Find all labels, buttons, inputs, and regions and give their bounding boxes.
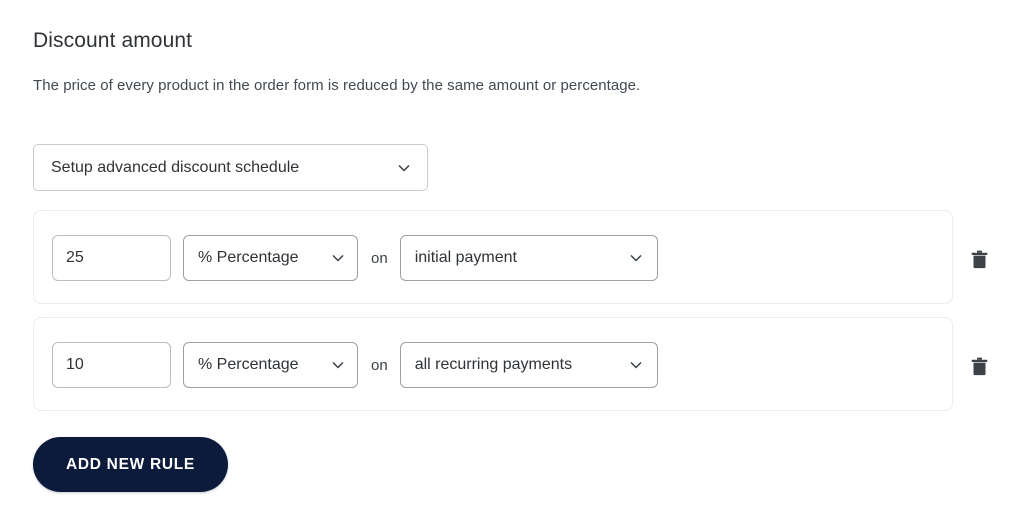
trash-icon — [971, 357, 988, 376]
discount-schedule-select[interactable]: Setup advanced discount schedule — [33, 144, 428, 191]
page-title: Discount amount — [33, 29, 193, 52]
add-new-rule-button[interactable]: ADD NEW RULE — [33, 437, 228, 492]
discount-amount-section: Discount amount The price of every produ… — [0, 0, 1024, 528]
discount-schedule-select-value: Setup advanced discount schedule — [51, 158, 300, 176]
trash-icon — [971, 250, 988, 269]
chevron-down-icon — [628, 250, 644, 266]
discount-type-select[interactable]: % Percentage — [183, 235, 358, 281]
chevron-down-icon — [330, 250, 346, 266]
discount-target-value: all recurring payments — [414, 356, 573, 373]
rule-card: % Percentage on initial payment — [33, 210, 953, 304]
discount-target-select[interactable]: initial payment — [399, 235, 658, 281]
rule-conjunction-label: on — [371, 356, 388, 374]
rule-conjunction-label: on — [371, 249, 388, 267]
chevron-down-icon — [396, 160, 412, 176]
discount-amount-input[interactable] — [52, 342, 171, 388]
discount-amount-input[interactable] — [52, 235, 171, 281]
section-description: The price of every product in the order … — [33, 77, 641, 94]
delete-rule-button[interactable] — [966, 246, 992, 272]
rule-controls: % Percentage on all recurring payments — [52, 342, 658, 388]
discount-target-value: initial payment — [414, 249, 517, 266]
rule-card: % Percentage on all recurring payments — [33, 317, 953, 411]
discount-type-value: % Percentage — [198, 356, 299, 373]
rule-controls: % Percentage on initial payment — [52, 235, 658, 281]
discount-type-select[interactable]: % Percentage — [183, 342, 358, 388]
discount-schedule-select-wrapper: Setup advanced discount schedule — [33, 144, 428, 191]
discount-target-select[interactable]: all recurring payments — [399, 342, 658, 388]
delete-rule-button[interactable] — [966, 353, 992, 379]
chevron-down-icon — [330, 357, 346, 373]
chevron-down-icon — [628, 357, 644, 373]
discount-type-value: % Percentage — [198, 249, 299, 266]
